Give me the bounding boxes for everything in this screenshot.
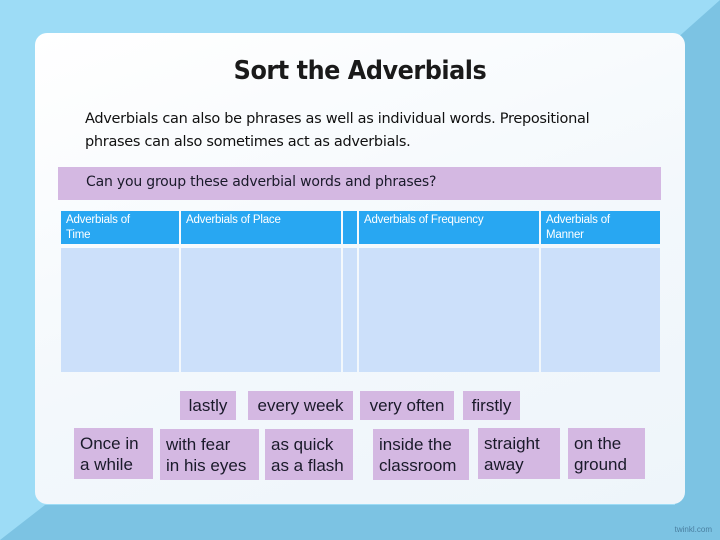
card-text: Once in: [80, 433, 139, 453]
card-text: inside the: [379, 434, 452, 454]
column-spacer: [343, 211, 357, 372]
word-card[interactable]: firstly: [463, 391, 520, 420]
drop-zone-time[interactable]: [61, 248, 179, 372]
word-card[interactable]: very often: [360, 391, 454, 420]
word-card[interactable]: every week: [248, 391, 353, 420]
card-text: on the: [574, 433, 622, 453]
header-text: Adverbials of Place: [186, 214, 281, 226]
card-text: very often: [369, 396, 445, 415]
phrase-card[interactable]: with fear in his eyes: [160, 429, 259, 480]
drop-zone-frequency[interactable]: [359, 248, 539, 372]
card-text: a while: [80, 454, 133, 474]
column-header-frequency: Adverbials of Frequency: [359, 211, 539, 244]
intro-line-1: Adverbials can also be phrases as well a…: [85, 111, 590, 127]
prompt-text: Can you group these adverbial words and …: [86, 174, 437, 190]
phrase-card[interactable]: on the ground: [568, 428, 645, 479]
header-text: Time: [66, 229, 91, 241]
column-header-place: Adverbials of Place: [181, 211, 341, 244]
word-card[interactable]: lastly: [180, 391, 236, 420]
header-text: Adverbials of: [66, 214, 130, 226]
column-header-manner: Adverbials of Manner: [541, 211, 660, 244]
card-text: straight: [484, 433, 540, 453]
header-text: Adverbials of: [546, 214, 610, 226]
card-text: as quick: [271, 434, 334, 454]
prompt-banner: Can you group these adverbial words and …: [58, 167, 661, 200]
watermark: twinkl.com: [674, 525, 712, 534]
column-frequency: Adverbials of Frequency: [359, 211, 539, 372]
card-text: away: [484, 454, 524, 474]
card-text: classroom: [379, 455, 457, 475]
card-text: with fear: [166, 434, 231, 454]
card-text: ground: [574, 454, 627, 474]
intro-text: Adverbials can also be phrases as well a…: [85, 108, 645, 154]
drop-zone-spacer: [343, 248, 357, 372]
column-header-spacer: [343, 211, 357, 244]
column-header-time: Adverbials of Time: [61, 211, 179, 244]
header-text: Manner: [546, 229, 584, 241]
phrase-card[interactable]: inside the classroom: [373, 429, 469, 480]
drop-zone-manner[interactable]: [541, 248, 660, 372]
phrase-card[interactable]: as quick as a flash: [265, 429, 353, 480]
card-text: firstly: [471, 396, 512, 415]
column-place: Adverbials of Place: [181, 211, 341, 372]
phrase-card[interactable]: straight away: [478, 428, 560, 479]
card-text: lastly: [188, 396, 228, 415]
column-manner: Adverbials of Manner: [541, 211, 660, 372]
drop-zone-place[interactable]: [181, 248, 341, 372]
page-title: Sort the Adverbials: [233, 56, 487, 86]
card-text: as a flash: [271, 455, 344, 475]
card-text: every week: [257, 396, 344, 415]
header-text: Adverbials of Frequency: [364, 214, 484, 226]
card-text: in his eyes: [166, 455, 247, 475]
phrase-card[interactable]: Once in a while: [74, 428, 153, 479]
intro-line-2: phrases can also sometimes act as adverb…: [85, 134, 411, 150]
column-time: Adverbials of Time: [61, 211, 179, 372]
